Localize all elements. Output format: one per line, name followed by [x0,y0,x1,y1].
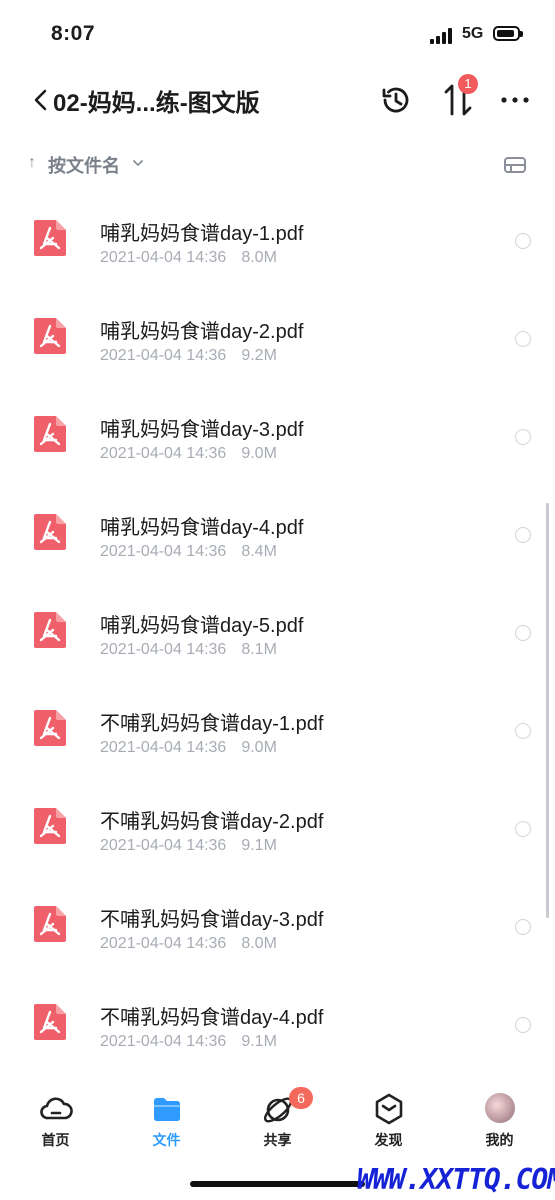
select-checkbox[interactable] [515,233,531,249]
status-bar: 8:07 5G [0,0,555,70]
select-checkbox[interactable] [515,625,531,641]
pdf-file-icon [34,416,66,452]
file-size: 9.0M [241,445,277,462]
sort-direction-icon: ↑ [28,154,36,171]
status-time: 8:07 [51,22,96,45]
signal-icon [430,28,456,44]
file-meta: 2021-04-04 14:36 9.2M [100,347,277,365]
share-badge: 6 [289,1087,313,1109]
file-name: 哺乳妈妈食谱day-1.pdf [100,223,304,245]
sort-label[interactable]: 按文件名 [48,152,120,178]
select-checkbox[interactable] [515,919,531,935]
file-date: 2021-04-04 14:36 [100,837,227,854]
pdf-file-icon [34,906,66,942]
history-icon[interactable] [378,82,414,118]
home-indicator [190,1181,365,1187]
file-name: 不哺乳妈妈食谱day-3.pdf [100,909,324,931]
tab-label: 发现 [374,1132,403,1148]
file-meta: 2021-04-04 14:36 8.0M [100,935,277,953]
view-layout-icon[interactable] [503,155,527,175]
file-date: 2021-04-04 14:36 [100,445,227,462]
network-type: 5G [462,25,484,42]
file-date: 2021-04-04 14:36 [100,935,227,952]
avatar[interactable] [485,1093,515,1123]
sort-bar[interactable]: ↑ 按文件名 [0,145,555,185]
file-meta: 2021-04-04 14:36 9.0M [100,445,277,463]
file-date: 2021-04-04 14:36 [100,347,227,364]
select-checkbox[interactable] [515,527,531,543]
scrollbar[interactable] [546,503,549,918]
file-size: 8.1M [241,641,277,658]
discover-cube-icon [375,1093,403,1125]
pdf-file-icon [34,612,66,648]
file-meta: 2021-04-04 14:36 9.0M [100,739,277,757]
tab-label: 共享 [263,1132,292,1148]
back-icon[interactable] [31,89,53,111]
file-date: 2021-04-04 14:36 [100,739,227,756]
file-size: 9.1M [241,837,277,854]
pdf-file-icon [34,514,66,550]
file-date: 2021-04-04 14:36 [100,641,227,658]
file-meta: 2021-04-04 14:36 8.0M [100,249,277,267]
cloud-icon [40,1097,73,1120]
pdf-file-icon [34,220,66,256]
file-size: 9.1M [241,1033,277,1050]
battery-icon [493,26,523,41]
file-row[interactable]: 哺乳妈妈食谱day-1.pdf 2021-04-04 14:36 8.0M [0,192,555,290]
select-checkbox[interactable] [515,429,531,445]
file-name: 哺乳妈妈食谱day-4.pdf [100,517,304,539]
pdf-file-icon [34,318,66,354]
page-title: 02-妈妈...练-图文版 [53,90,260,117]
file-size: 8.0M [241,249,277,266]
file-date: 2021-04-04 14:36 [100,1033,227,1050]
tab-files[interactable]: 文件 [111,1080,222,1160]
file-row[interactable]: 不哺乳妈妈食谱day-4.pdf 2021-04-04 14:36 9.1M [0,976,555,1074]
file-name: 不哺乳妈妈食谱day-2.pdf [100,811,324,833]
file-name: 哺乳妈妈食谱day-2.pdf [100,321,304,343]
select-checkbox[interactable] [515,821,531,837]
more-icon[interactable] [500,92,530,108]
tab-label: 文件 [152,1132,181,1148]
tab-label: 我的 [485,1132,514,1148]
transfer-badge: 1 [458,74,478,94]
file-meta: 2021-04-04 14:36 9.1M [100,837,277,855]
tab-home[interactable]: 首页 [0,1080,111,1160]
file-row[interactable]: 哺乳妈妈食谱day-4.pdf 2021-04-04 14:36 8.4M [0,486,555,584]
tab-share[interactable]: 共享 [222,1080,333,1160]
file-size: 9.0M [241,739,277,756]
file-name: 哺乳妈妈食谱day-5.pdf [100,615,304,637]
tab-label: 首页 [41,1132,70,1148]
select-checkbox[interactable] [515,723,531,739]
file-date: 2021-04-04 14:36 [100,543,227,560]
file-meta: 2021-04-04 14:36 9.1M [100,1033,277,1051]
file-size: 9.2M [241,347,277,364]
file-name: 哺乳妈妈食谱day-3.pdf [100,419,304,441]
folder-icon [154,1098,180,1121]
tab-discover[interactable]: 发现 [333,1080,444,1160]
file-row[interactable]: 不哺乳妈妈食谱day-1.pdf 2021-04-04 14:36 9.0M [0,682,555,780]
file-name: 不哺乳妈妈食谱day-4.pdf [100,1007,324,1029]
pdf-file-icon [34,808,66,844]
select-checkbox[interactable] [515,331,531,347]
file-row[interactable]: 哺乳妈妈食谱day-5.pdf 2021-04-04 14:36 8.1M [0,584,555,682]
file-meta: 2021-04-04 14:36 8.1M [100,641,277,659]
file-row[interactable]: 哺乳妈妈食谱day-2.pdf 2021-04-04 14:36 9.2M [0,290,555,388]
file-row[interactable]: 不哺乳妈妈食谱day-3.pdf 2021-04-04 14:36 8.0M [0,878,555,976]
select-checkbox[interactable] [515,1017,531,1033]
file-meta: 2021-04-04 14:36 8.4M [100,543,277,561]
pdf-file-icon [34,710,66,746]
file-row[interactable]: 不哺乳妈妈食谱day-2.pdf 2021-04-04 14:36 9.1M [0,780,555,878]
file-date: 2021-04-04 14:36 [100,249,227,266]
pdf-file-icon [34,1004,66,1040]
chevron-down-icon[interactable] [132,158,144,168]
file-row[interactable]: 哺乳妈妈食谱day-3.pdf 2021-04-04 14:36 9.0M [0,388,555,486]
watermark-text: WWW.XXTTQ.COM [357,1163,555,1196]
file-size: 8.4M [241,543,277,560]
file-size: 8.0M [241,935,277,952]
file-name: 不哺乳妈妈食谱day-1.pdf [100,713,324,735]
